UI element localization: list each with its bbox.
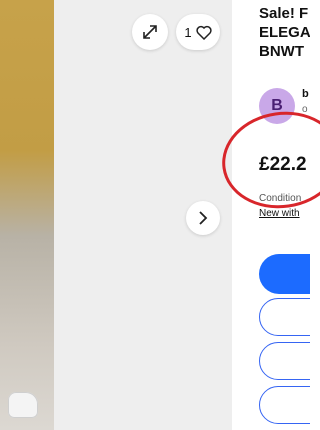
item-info-panel: Sale! F ELEGA BNWT B b o £22.2 Condition… (232, 0, 310, 430)
next-image-button[interactable] (186, 201, 220, 235)
condition-value-link[interactable]: New with (259, 208, 300, 219)
item-title: Sale! F ELEGA BNWT (259, 4, 310, 61)
seller-name[interactable]: b (302, 88, 309, 100)
expand-icon (143, 25, 157, 39)
favorite-count: 1 (184, 24, 192, 40)
make-offer-button[interactable] (259, 342, 310, 380)
add-to-basket-button[interactable] (259, 298, 310, 336)
title-line: BNWT (259, 43, 304, 60)
previous-image-strip (0, 0, 54, 430)
add-to-watchlist-button[interactable] (259, 386, 310, 424)
heart-icon (195, 25, 212, 40)
expand-button[interactable] (132, 14, 168, 50)
buy-it-now-button[interactable] (259, 254, 310, 294)
shoe-detail (8, 392, 38, 418)
watchlist-button[interactable]: 1 (176, 14, 220, 50)
chevron-right-icon (199, 211, 208, 225)
product-image[interactable]: 1 (0, 0, 232, 430)
title-line: Sale! F (259, 5, 309, 22)
title-line: ELEGA (259, 24, 310, 41)
